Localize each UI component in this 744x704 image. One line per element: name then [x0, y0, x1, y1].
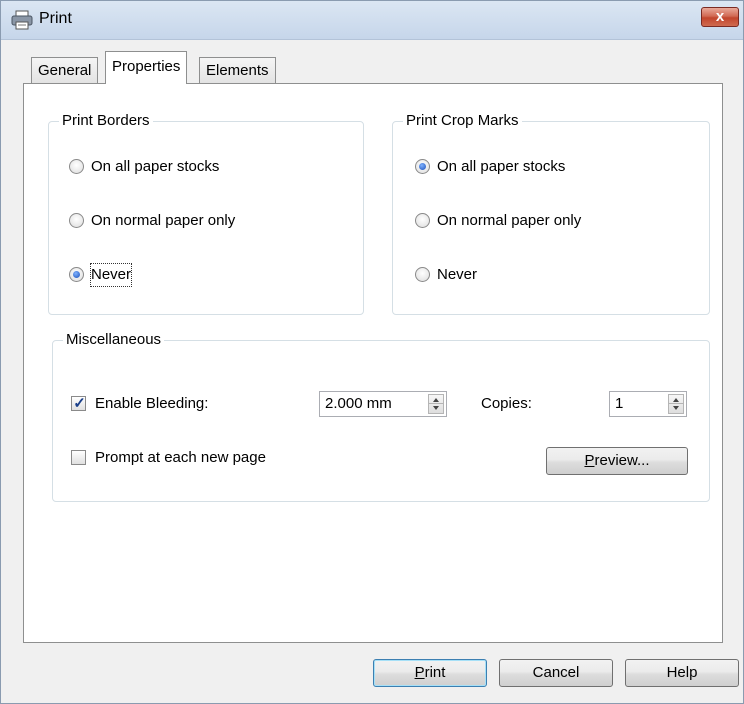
close-icon: x [715, 8, 725, 25]
tab-general[interactable]: General [31, 57, 99, 83]
bleeding-stepper[interactable]: 2.000 mm [319, 391, 447, 417]
preview-button[interactable]: Preview... [546, 447, 688, 475]
radio-label: Never [89, 263, 133, 287]
print-mnemonic: P [414, 664, 425, 681]
preview-mnemonic: P [584, 452, 595, 469]
radio-button-icon [69, 159, 84, 174]
spin-arrows-icon[interactable] [428, 394, 444, 414]
print-dialog: Print x General Properties Elements Prin… [0, 0, 744, 704]
checkbox-label: Prompt at each new page [95, 449, 266, 466]
radio-button-icon [415, 267, 430, 282]
radio-label: Never [437, 266, 478, 283]
print-button[interactable]: Print [373, 659, 487, 687]
tab-general-label: General [38, 62, 92, 79]
print-crop-marks-group: Print Crop Marks On all paper stocks On … [392, 112, 710, 315]
help-label: Help [666, 664, 698, 681]
cancel-label: Cancel [532, 664, 580, 681]
radio-button-selected-icon [415, 159, 430, 174]
checkbox-label: Enable Bleeding: [95, 395, 209, 412]
copies-value: 1 [615, 395, 624, 412]
miscellaneous-label: Miscellaneous [63, 331, 165, 348]
print-label: rint [424, 664, 446, 681]
print-borders-label: Print Borders [59, 112, 153, 129]
checkbox-checked-icon: ✓ [71, 395, 86, 412]
title-bar[interactable]: Print x [1, 1, 743, 40]
copies-label: Copies: [481, 395, 532, 412]
tab-properties-label: Properties [112, 58, 181, 75]
printer-icon [11, 10, 33, 30]
window-title: Print [39, 10, 72, 27]
radio-label: On all paper stocks [91, 158, 220, 175]
print-crop-marks-label: Print Crop Marks [403, 112, 522, 129]
tab-elements[interactable]: Elements [199, 57, 276, 83]
bleeding-value: 2.000 mm [325, 395, 392, 412]
print-borders-group: Print Borders On all paper stocks On nor… [48, 112, 364, 315]
spin-arrows-icon[interactable] [668, 394, 684, 414]
radio-label: On all paper stocks [437, 158, 566, 175]
radio-button-icon [415, 213, 430, 228]
close-button[interactable]: x [701, 7, 739, 27]
help-button[interactable]: Help [625, 659, 739, 687]
properties-panel: Print Borders On all paper stocks On nor… [23, 83, 723, 643]
radio-button-selected-icon [69, 267, 84, 282]
tab-properties[interactable]: Properties [105, 51, 188, 84]
radio-label: On normal paper only [437, 212, 582, 229]
tab-elements-label: Elements [206, 62, 269, 79]
checkbox-unchecked-icon [71, 450, 86, 465]
miscellaneous-group: Miscellaneous ✓ Enable Bleeding: 2.000 m… [52, 331, 710, 502]
copies-stepper[interactable]: 1 [609, 391, 687, 417]
radio-label: On normal paper only [91, 212, 236, 229]
radio-button-icon [69, 213, 84, 228]
preview-label: review... [594, 452, 650, 469]
cancel-button[interactable]: Cancel [499, 659, 613, 687]
